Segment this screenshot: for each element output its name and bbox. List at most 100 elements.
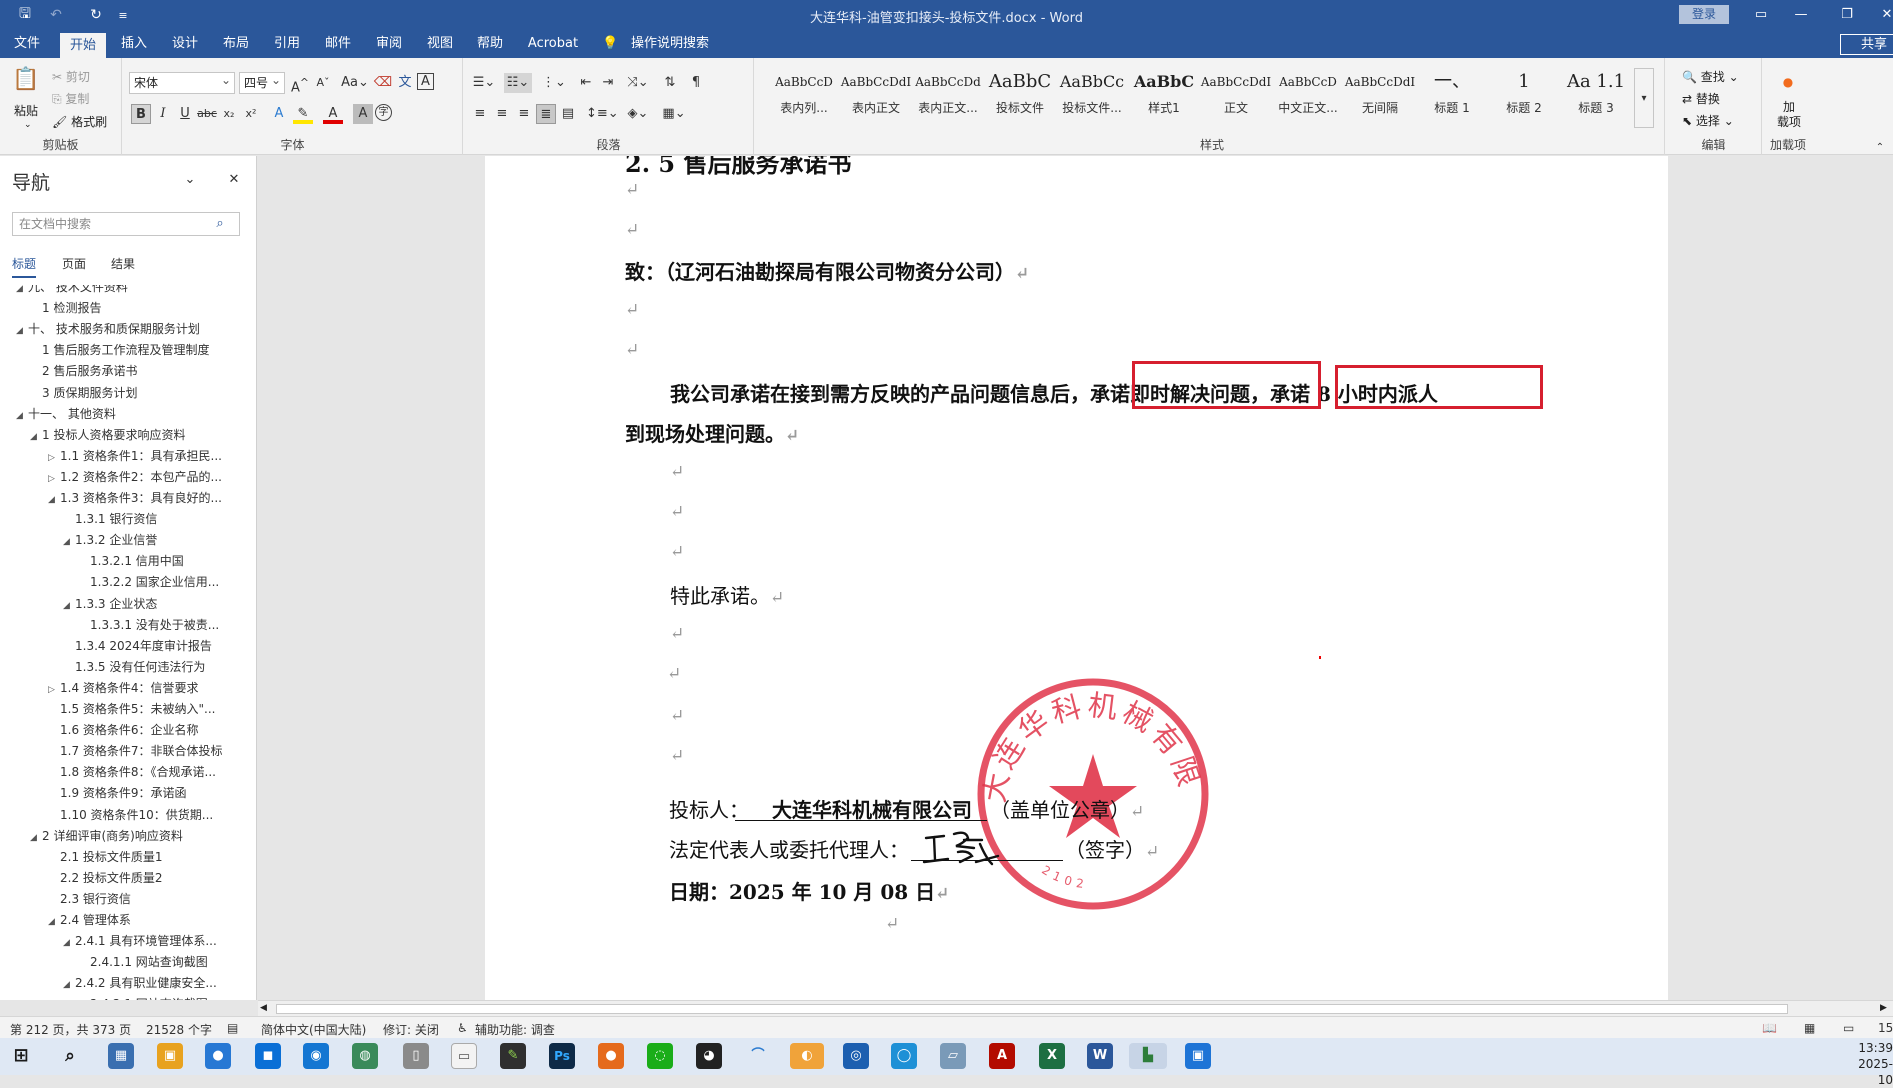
font-name-combo[interactable]: 宋体 [129, 70, 235, 94]
ppt-viewer-icon[interactable]: ● [598, 1043, 624, 1069]
collapse-icon[interactable]: ◢ [63, 596, 75, 615]
nav-heading-item[interactable]: 1 检测报告 [0, 298, 250, 319]
nav-heading-item[interactable]: 1.3.2.2 国家企业信用... [0, 572, 250, 593]
tab-view[interactable]: 视图 [420, 30, 460, 58]
italic-icon[interactable]: I [153, 104, 173, 124]
ribbon-display-options-icon[interactable]: ▭ [1746, 4, 1776, 26]
search-app-icon[interactable]: ◯ [891, 1043, 917, 1069]
change-case-icon[interactable]: Aa⌄ [341, 73, 369, 93]
nav-heading-item[interactable]: 2.4.1.1 网站查询截图 [0, 952, 250, 973]
style-no-spacing[interactable]: AaBbCcDdI 无间隔 [1344, 65, 1416, 129]
bird-icon[interactable]: ⌒ [745, 1043, 771, 1069]
subscript-icon[interactable]: x₂ [219, 104, 239, 124]
copy-button[interactable]: ⎘ 复制 [52, 90, 89, 107]
underline-icon[interactable]: U [175, 104, 195, 124]
align-left-icon[interactable]: ≡ [470, 104, 490, 124]
track-changes-status[interactable]: 修订: 关闭 [383, 1021, 439, 1038]
align-right-icon[interactable]: ≡ [514, 104, 534, 124]
nav-heading-item[interactable]: ▷ 1.1 资格条件1：具有承担民... [0, 446, 250, 467]
nav-tab-results[interactable]: 结果 [111, 255, 135, 272]
format-painter-button[interactable]: 🖌 格式刷 [52, 113, 107, 130]
nav-heading-item[interactable]: ◢ 十一、 其他资料 [0, 404, 250, 425]
character-border-icon[interactable]: A [417, 73, 434, 90]
style-table-body[interactable]: AaBbCcDdI 表内正文 [840, 65, 912, 129]
nav-heading-item[interactable]: ▷ 1.2 资格条件2：本包产品的... [0, 467, 250, 488]
nav-heading-item[interactable]: 2.2 投标文件质量2 [0, 868, 250, 889]
phonetic-guide-icon[interactable]: 文 [395, 73, 415, 93]
tell-me-search[interactable]: 操作说明搜索 [628, 30, 712, 58]
collapse-ribbon-icon[interactable]: ⌃ [1870, 138, 1890, 158]
photoshop-icon[interactable]: Ps [549, 1043, 575, 1069]
nav-heading-item[interactable]: 1.6 资格条件6：企业名称 [0, 720, 250, 741]
highlight-color-icon[interactable]: ✎ [293, 104, 313, 124]
acrobat-icon[interactable]: A [989, 1043, 1015, 1069]
replace-button[interactable]: ⇄ 替换 [1682, 90, 1720, 107]
word-count[interactable]: 21528 个字 [146, 1021, 212, 1038]
show-marks-icon[interactable]: ¶ [686, 73, 706, 93]
nav-heading-item[interactable]: 1.8 资格条件8：《合规承诺... [0, 762, 250, 783]
windows-start-icon[interactable]: ⊞ [8, 1043, 34, 1069]
numbering-icon[interactable]: ☷⌄ [504, 73, 532, 93]
nav-heading-item[interactable]: 2 售后服务承诺书 [0, 361, 250, 382]
strikethrough-icon[interactable]: abc [197, 104, 217, 124]
collapse-icon[interactable]: ◢ [16, 285, 28, 298]
nav-heading-item[interactable]: ◢ 2.4.1 具有环境管理体系... [0, 931, 250, 952]
maximize-icon[interactable]: ❐ [1832, 4, 1862, 26]
nav-heading-item[interactable]: 1.3.4 2024年度审计报告 [0, 636, 250, 657]
browser-icon[interactable]: ◐ [790, 1043, 824, 1069]
expand-icon[interactable]: ▷ [48, 469, 60, 488]
collapse-icon[interactable]: ◢ [63, 933, 75, 952]
read-mode-icon[interactable]: 📖 [1762, 1021, 1777, 1035]
file-icon[interactable]: ▭ [451, 1043, 477, 1069]
nav-heading-item[interactable]: 1.7 资格条件7：非联合体投标 [0, 741, 250, 762]
multilevel-list-icon[interactable]: ⋮⌄ [540, 73, 568, 93]
styles-more-icon[interactable]: ▾ [1634, 68, 1654, 128]
style-chinese-body[interactable]: AaBbCcD 中文正文... [1272, 65, 1344, 129]
accessibility-status[interactable]: 辅助功能: 调查 [475, 1021, 555, 1038]
chinese-layout-icon[interactable]: ⤨⌄ [624, 73, 652, 93]
select-button[interactable]: ⬉ 选择 ⌄ [1682, 112, 1734, 129]
collapse-icon[interactable]: ◢ [63, 532, 75, 551]
collapse-icon[interactable]: ◢ [16, 406, 28, 425]
nav-heading-item[interactable]: 1.3.5 没有任何违法行为 [0, 657, 250, 678]
bold-icon[interactable]: B [131, 104, 151, 124]
expand-icon[interactable]: ▷ [48, 448, 60, 467]
style-heading-3[interactable]: Aa 1.1 标题 3 [1560, 65, 1632, 129]
calculator-icon[interactable]: ▦ [108, 1043, 134, 1069]
decrease-indent-icon[interactable]: ⇤ [576, 73, 596, 93]
globe-icon[interactable]: ◍ [352, 1043, 378, 1069]
nav-heading-item[interactable]: ◢ 1.3.3 企业状态 [0, 594, 250, 615]
nav-heading-item[interactable]: ◢ 十、 技术服务和质保期服务计划 [0, 319, 250, 340]
shrink-font-icon[interactable]: Aˇ [313, 73, 333, 93]
style-style1[interactable]: AaBbC 样式1 [1128, 65, 1200, 129]
nav-heading-item[interactable]: 2.4.2.1 网站查询截图 [0, 994, 250, 1000]
tab-layout[interactable]: 布局 [216, 30, 256, 58]
nav-heading-item[interactable]: 2.3 银行资信 [0, 889, 250, 910]
align-center-icon[interactable]: ≡ [492, 104, 512, 124]
horizontal-scrollbar[interactable]: ◀ ▶ [258, 1000, 1893, 1016]
nav-heading-item[interactable]: 2.1 投标文件质量1 [0, 847, 250, 868]
nav-heading-item[interactable]: 1.3.3.1 没有处于被责... [0, 615, 250, 636]
nav-options-icon[interactable]: ⌄ [180, 170, 200, 190]
font-color-icon[interactable]: A [323, 104, 343, 124]
print-layout-icon[interactable]: ▦ [1804, 1021, 1815, 1035]
tab-insert[interactable]: 插入 [114, 30, 154, 58]
find-button[interactable]: 🔍 查找 ⌄ [1682, 68, 1739, 85]
search-icon[interactable]: ⌕ [210, 214, 230, 234]
nav-heading-item[interactable]: 3 质保期服务计划 [0, 383, 250, 404]
borders-icon[interactable]: ▦⌄ [660, 104, 688, 124]
nav-heading-item[interactable]: ◢ 1.3.2 企业信誉 [0, 530, 250, 551]
style-table-list[interactable]: AaBbCcD 表内列... [768, 65, 840, 129]
superscript-icon[interactable]: x² [241, 104, 261, 124]
font-size-combo[interactable]: 四号 [239, 70, 285, 94]
web-layout-icon[interactable]: ▭ [1843, 1021, 1854, 1035]
tab-help[interactable]: 帮助 [470, 30, 510, 58]
nav-heading-item[interactable]: 1.3.1 银行资信 [0, 509, 250, 530]
style-heading-2[interactable]: 1 标题 2 [1488, 65, 1560, 129]
collapse-icon[interactable]: ◢ [30, 828, 42, 847]
tab-design[interactable]: 设计 [165, 30, 205, 58]
style-bid-doc[interactable]: AaBbC 投标文件 [984, 65, 1056, 129]
addins-icon[interactable]: ● [1778, 72, 1798, 92]
pen-tool-icon[interactable]: ✎ [500, 1043, 526, 1069]
tencent-icon[interactable]: ▣ [1185, 1043, 1211, 1069]
